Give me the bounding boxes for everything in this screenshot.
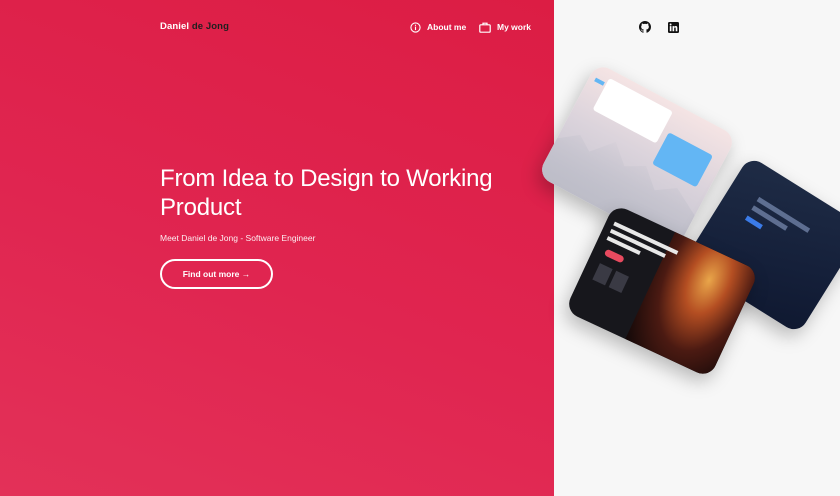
mockup-nav-bar [594,77,605,86]
github-icon[interactable] [639,20,651,33]
nav-about-me[interactable]: About me [410,20,466,34]
brand-last-name: de Jong [189,21,229,32]
info-circle-icon [410,21,421,33]
hero-subtitle: Meet Daniel de Jong - Software Engineer [160,233,316,243]
mockup-card [608,270,629,294]
briefcase-icon [479,22,491,33]
hero-section [0,0,554,496]
mockup-button [744,215,763,230]
linkedin-icon[interactable] [668,20,680,33]
find-out-more-button[interactable]: Find out more → [160,259,273,289]
mockup-card-accent [652,132,714,188]
find-out-more-label: Find out more → [182,269,251,279]
mockup-button [603,248,625,264]
nav-about-me-label: About me [427,22,467,32]
nav-my-work[interactable]: My work [479,20,531,34]
nav-my-work-label: My work [497,22,532,32]
hero-title: From Idea to Design to Working Product [160,165,493,221]
brand-first-name: Daniel [160,21,190,32]
site-logo[interactable]: Daniel de Jong [160,21,229,32]
